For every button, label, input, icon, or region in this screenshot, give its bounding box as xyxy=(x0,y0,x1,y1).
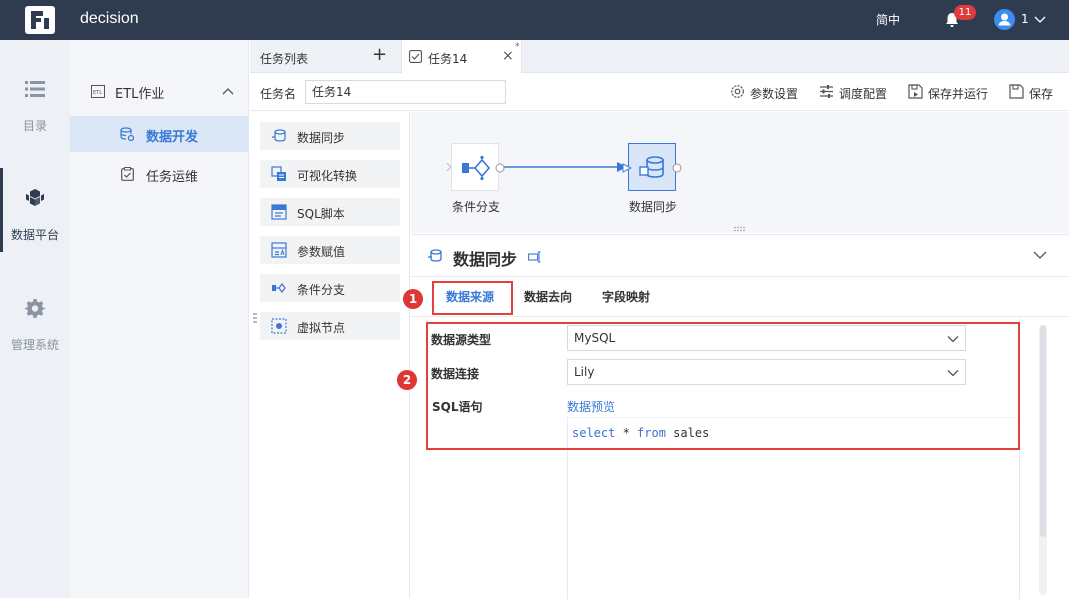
user-icon xyxy=(998,13,1011,26)
gear-icon xyxy=(25,299,45,318)
palette-item-label: 数据同步 xyxy=(297,131,346,145)
notification-badge: 11 xyxy=(954,5,976,20)
nav-item-admin[interactable]: 管理系统 xyxy=(0,298,70,378)
chevron-down-icon[interactable] xyxy=(1033,250,1047,260)
sliders-icon xyxy=(820,85,833,98)
tab-label: 任务14 xyxy=(428,52,468,66)
canvas-node-data-sync[interactable] xyxy=(622,143,682,191)
user-name[interactable]: 1 xyxy=(1021,12,1029,26)
task-tabs-bar: 任务列表 + 任务14 × * xyxy=(250,40,1069,73)
palette-item-label: 虚拟节点 xyxy=(297,321,346,335)
palette-item-data-sync[interactable]: 数据同步 xyxy=(260,122,400,150)
sql-script-icon xyxy=(271,204,287,220)
save-label: 保存 xyxy=(1029,87,1054,101)
subnav-group-label: ETL作业 xyxy=(115,87,165,102)
left-nav: 目录 数据平台 管理系统 xyxy=(0,40,70,598)
data-sync-icon xyxy=(428,249,442,262)
canvas-node-label: 数据同步 xyxy=(628,200,677,214)
sub-nav: ETL ETL作业 数据开发 任务运维 xyxy=(70,40,249,598)
palette-item-visual-transform[interactable]: 可视化转换 xyxy=(260,160,400,188)
flow-canvas[interactable]: 条件分支 数据同步 xyxy=(411,112,1069,233)
param-assign-icon xyxy=(271,242,287,258)
language-switch[interactable]: 简中 xyxy=(876,11,900,28)
logo-icon[interactable] xyxy=(25,6,55,34)
component-palette: 数据同步 可视化转换 SQL脚本 参数赋值 条件分支 虚拟节点 xyxy=(250,112,410,598)
visual-transform-icon xyxy=(271,166,286,181)
task-toolbar: 任务名 任务14 参数设置 调度配置 保存并运行 保存 xyxy=(250,74,1069,111)
resize-handle-icon[interactable] xyxy=(733,226,747,232)
subnav-item-task-ops[interactable]: 任务运维 xyxy=(70,156,249,192)
nav-item-catalog[interactable]: 目录 xyxy=(0,79,70,159)
drag-handle-icon[interactable] xyxy=(253,312,257,326)
canvas-node-label: 条件分支 xyxy=(451,200,500,214)
step-marker: 1 xyxy=(403,289,423,309)
subnav-item-label: 数据开发 xyxy=(146,130,199,145)
list-icon xyxy=(25,81,45,97)
condition-branch-icon xyxy=(272,283,286,293)
clipboard-icon xyxy=(121,167,134,181)
add-tab-button[interactable]: + xyxy=(372,46,387,64)
panel-title: 数据同步 xyxy=(453,250,518,269)
palette-item-param-assign[interactable]: 参数赋值 xyxy=(260,236,400,264)
output-port-icon[interactable] xyxy=(495,163,505,173)
database-icon xyxy=(120,127,134,141)
palette-item-label: 条件分支 xyxy=(297,283,346,297)
avatar[interactable] xyxy=(994,9,1015,30)
properties-panel: 数据同步 数据来源 数据去向 字段映射 1 数据源类型 MySQL 数据连接 L… xyxy=(397,234,1069,599)
subnav-group-etl[interactable]: ETL ETL作业 xyxy=(70,73,249,109)
palette-item-virtual-node[interactable]: 虚拟节点 xyxy=(260,312,400,340)
canvas-node-condition-branch[interactable] xyxy=(451,143,505,191)
tab-data-target[interactable]: 数据去向 xyxy=(524,288,572,305)
cubes-icon xyxy=(26,189,44,206)
virtual-node-icon xyxy=(271,318,287,334)
save-run-icon xyxy=(908,84,923,99)
divider xyxy=(411,316,1069,317)
save-icon xyxy=(1009,84,1024,99)
data-sync-icon xyxy=(272,129,286,142)
tab-field-mapping[interactable]: 字段映射 xyxy=(602,288,650,305)
svg-text:ETL: ETL xyxy=(93,90,102,96)
tab-task-list[interactable]: 任务列表 xyxy=(260,50,308,67)
top-bar: decision 简中 11 1 xyxy=(0,0,1069,40)
palette-item-condition-branch[interactable]: 条件分支 xyxy=(260,274,400,302)
schedule-config-label: 调度配置 xyxy=(839,87,888,101)
params-settings-label: 参数设置 xyxy=(750,87,799,101)
nav-item-label: 管理系统 xyxy=(10,338,59,352)
task-name-input[interactable]: 任务14 xyxy=(305,80,506,104)
chevron-up-icon[interactable] xyxy=(222,86,234,96)
scrollbar-thumb[interactable] xyxy=(1040,325,1046,537)
task-name-label: 任务名 xyxy=(260,87,297,101)
task-check-icon xyxy=(409,50,422,63)
palette-item-label: 参数赋值 xyxy=(297,245,346,259)
chevron-down-icon[interactable] xyxy=(1034,13,1046,25)
scrollbar[interactable] xyxy=(1039,325,1047,595)
modified-indicator: * xyxy=(515,42,520,52)
input-port-icon[interactable] xyxy=(622,163,632,173)
settings-icon xyxy=(731,85,744,98)
highlight-box xyxy=(426,322,1020,450)
nav-item-label: 数据平台 xyxy=(10,228,59,242)
save-and-run-label: 保存并运行 xyxy=(928,87,989,101)
close-icon[interactable]: × xyxy=(502,48,514,64)
palette-item-label: SQL脚本 xyxy=(297,207,345,221)
divider xyxy=(411,276,1069,277)
subnav-item-label: 任务运维 xyxy=(146,170,199,185)
data-sync-icon xyxy=(639,156,664,178)
step-marker: 2 xyxy=(397,370,417,390)
nav-item-label: 目录 xyxy=(22,119,47,133)
palette-item-label: 可视化转换 xyxy=(297,169,358,183)
nav-item-data-platform[interactable]: 数据平台 xyxy=(0,168,70,268)
condition-branch-icon xyxy=(462,155,491,181)
etl-icon: ETL xyxy=(91,85,105,98)
palette-item-sql-script[interactable]: SQL脚本 xyxy=(260,198,400,226)
tab-task14[interactable]: 任务14 × * xyxy=(401,40,522,73)
highlight-box xyxy=(432,281,513,315)
app-title: decision xyxy=(80,10,139,27)
subnav-item-data-dev[interactable]: 数据开发 xyxy=(70,116,249,152)
output-port-icon[interactable] xyxy=(672,163,682,173)
rename-icon[interactable] xyxy=(528,251,542,263)
